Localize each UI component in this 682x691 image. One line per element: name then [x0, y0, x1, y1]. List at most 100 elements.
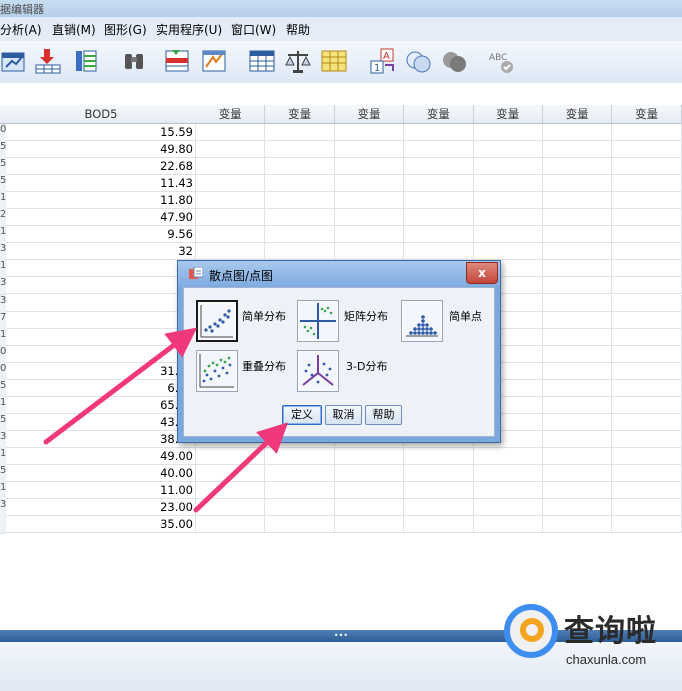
bod5-cell[interactable]: 15.59 — [6, 124, 196, 141]
column-header-var[interactable]: 变量 — [334, 105, 405, 124]
empty-cell[interactable] — [543, 260, 613, 278]
bod5-cell[interactable]: 11.80 — [6, 192, 196, 210]
bod5-cell[interactable]: 49.80 — [6, 141, 196, 159]
empty-cell[interactable] — [473, 141, 543, 159]
help-button[interactable]: 帮助 — [365, 405, 402, 425]
show-all-variables-icon[interactable] — [404, 47, 432, 75]
bod5-cell[interactable]: 40.00 — [6, 465, 196, 482]
empty-cell[interactable] — [543, 362, 613, 380]
empty-cell[interactable] — [612, 158, 682, 176]
empty-cell[interactable] — [265, 465, 335, 482]
column-header-bod5[interactable]: BOD5 — [6, 105, 197, 124]
empty-cell[interactable] — [612, 396, 682, 414]
menu-utilities[interactable]: 实用程序(U) — [156, 21, 222, 38]
empty-cell[interactable] — [404, 516, 474, 534]
empty-cell[interactable] — [543, 311, 613, 329]
menu-analyze[interactable]: 分析(A) — [0, 21, 42, 38]
empty-cell[interactable] — [543, 413, 613, 431]
empty-cell[interactable] — [543, 499, 613, 517]
overlay-scatter-icon[interactable] — [196, 350, 238, 392]
empty-cell[interactable] — [612, 328, 682, 346]
close-button[interactable]: x — [466, 262, 498, 284]
empty-cell[interactable] — [265, 124, 335, 141]
empty-cell[interactable] — [473, 465, 543, 482]
empty-cell[interactable] — [404, 465, 474, 482]
bod5-cell[interactable]: 49.00 — [6, 447, 196, 465]
empty-cell[interactable] — [543, 226, 613, 244]
empty-cell[interactable] — [612, 294, 682, 312]
empty-cell[interactable] — [473, 516, 543, 534]
empty-cell[interactable] — [612, 362, 682, 380]
bod5-cell[interactable]: 43.32 — [6, 413, 196, 431]
empty-cell[interactable] — [543, 447, 613, 465]
empty-cell[interactable] — [196, 158, 266, 176]
empty-cell[interactable] — [334, 192, 405, 210]
empty-cell[interactable] — [265, 447, 335, 465]
bod5-cell[interactable]: 11.43 — [6, 175, 196, 193]
empty-cell[interactable] — [404, 499, 474, 517]
spell-check-icon[interactable]: ABC — [487, 47, 515, 75]
empty-cell[interactable] — [265, 243, 335, 261]
empty-cell[interactable] — [612, 413, 682, 431]
empty-cell[interactable] — [334, 226, 405, 244]
splitter-grip-icon[interactable]: ••• — [333, 632, 349, 640]
empty-cell[interactable] — [612, 516, 682, 534]
empty-cell[interactable] — [404, 141, 474, 159]
empty-cell[interactable] — [543, 141, 613, 159]
column-header-var[interactable]: 变量 — [612, 105, 682, 124]
goto-case-icon[interactable] — [34, 47, 62, 75]
empty-cell[interactable] — [404, 482, 474, 500]
bod5-cell[interactable]: 6 — [6, 311, 196, 329]
empty-cell[interactable] — [612, 175, 682, 193]
3d-scatter-label[interactable]: 3-D分布 — [346, 358, 387, 374]
empty-cell[interactable] — [265, 175, 335, 193]
empty-cell[interactable] — [196, 482, 266, 500]
empty-cell[interactable] — [404, 209, 474, 227]
empty-cell[interactable] — [196, 175, 266, 193]
empty-cell[interactable] — [543, 124, 613, 141]
dialog-title-bar[interactable]: 散点图/点图 x — [178, 261, 500, 287]
empty-cell[interactable] — [473, 209, 543, 227]
empty-cell[interactable] — [196, 447, 266, 465]
empty-cell[interactable] — [473, 124, 543, 141]
bod5-cell[interactable]: 65.64 — [6, 396, 196, 414]
empty-cell[interactable] — [404, 192, 474, 210]
empty-cell[interactable] — [404, 447, 474, 465]
use-variable-sets-icon[interactable]: A1 — [369, 47, 397, 75]
empty-cell[interactable] — [265, 482, 335, 500]
empty-cell[interactable] — [612, 260, 682, 278]
empty-cell[interactable] — [265, 516, 335, 534]
empty-cell[interactable] — [265, 209, 335, 227]
empty-cell[interactable] — [404, 243, 474, 261]
bod5-cell[interactable]: 22 — [6, 345, 196, 363]
empty-cell[interactable] — [543, 209, 613, 227]
value-labels-icon[interactable] — [320, 47, 348, 75]
empty-cell[interactable] — [265, 158, 335, 176]
empty-cell[interactable] — [612, 226, 682, 244]
empty-cell[interactable] — [265, 141, 335, 159]
empty-cell[interactable] — [543, 328, 613, 346]
empty-cell[interactable] — [543, 465, 613, 482]
define-button[interactable]: 定义 — [282, 405, 322, 425]
column-header-var[interactable]: 变量 — [543, 105, 613, 124]
bod5-cell[interactable]: 32 — [6, 243, 196, 261]
bod5-cell[interactable]: 22.68 — [6, 158, 196, 176]
empty-cell[interactable] — [612, 430, 682, 448]
empty-cell[interactable] — [473, 482, 543, 500]
matrix-scatter-label[interactable]: 矩阵分布 — [344, 308, 388, 324]
simple-scatter-label[interactable]: 简单分布 — [242, 308, 286, 324]
empty-cell[interactable] — [196, 209, 266, 227]
empty-cell[interactable] — [543, 396, 613, 414]
circles-overlap-icon[interactable] — [440, 47, 468, 75]
empty-cell[interactable] — [473, 158, 543, 176]
empty-cell[interactable] — [196, 226, 266, 244]
split-file-icon[interactable] — [200, 47, 228, 75]
empty-cell[interactable] — [334, 175, 405, 193]
weight-cases-icon[interactable] — [284, 47, 312, 75]
bod5-cell[interactable]: 30 — [6, 260, 196, 278]
empty-cell[interactable] — [473, 499, 543, 517]
menu-help[interactable]: 帮助 — [286, 21, 310, 38]
empty-cell[interactable] — [543, 345, 613, 363]
cell-editor-bar[interactable] — [0, 83, 682, 106]
empty-cell[interactable] — [543, 277, 613, 295]
